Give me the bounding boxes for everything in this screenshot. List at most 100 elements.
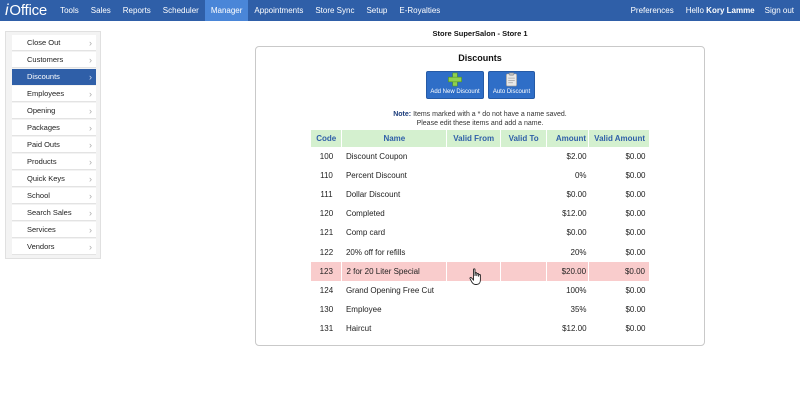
auto-discount-label: Auto Discount [492,89,531,95]
discounts-table: Code Name Valid From Valid To Amount Valid Am… [311,130,650,338]
discounts-panel: Discounts Add New Discount Auto Discount… [255,46,705,346]
panel-title: Discounts [458,53,502,63]
sidebar-item-services[interactable]: Services › [12,222,96,238]
store-title: Store SuperSalon - Store 1 [432,29,528,38]
table-row[interactable]: 131 Haircut $12.00 $0.00 [311,319,650,338]
sidebar-item-label: Employees [27,89,65,98]
note-line-1: Items marked with a * do not have a name… [413,111,567,118]
sidebar-item-label: Customers [27,55,64,64]
column-header-amount[interactable]: Amount [546,130,590,147]
nav-item-tools[interactable]: Tools [54,0,85,21]
chevron-right-icon: › [89,54,92,65]
nav-item-appointments[interactable]: Appointments [248,0,309,21]
sidebar-item-discounts[interactable]: Discounts › [12,69,96,85]
chevron-right-icon: › [89,156,92,167]
column-header-valid-to[interactable]: Valid To [500,130,548,147]
table-cell-vamt: $0.00 [625,247,646,257]
table-row[interactable]: 130 Employee 35% $0.00 [311,300,650,319]
table-row[interactable]: 120 Completed $12.00 $0.00 [311,204,650,223]
table-cell-vt [501,300,547,319]
column-header-name[interactable]: Name [341,130,448,147]
table-header-row: Code Name Valid From Valid To Amount Valid Am… [311,130,650,147]
table-row[interactable]: 100 Discount Coupon $2.00 $0.00 [311,147,650,166]
user-name: Kory Lamme [706,6,755,15]
nav-right: Preferences Hello Kory Lamme Sign out [625,0,800,21]
note-label: Note: [393,111,412,118]
sidebar-item-customers[interactable]: Customers › [12,52,96,68]
top-nav: i Office Tools Sales Reports Scheduler Manage… [0,0,800,21]
table-cell-vt [501,147,547,166]
add-new-discount-button[interactable]: Add New Discount [426,71,484,99]
table-cell-amt: 100% [566,285,587,295]
table-row[interactable]: 122 20% off for refills 20% $0.00 [311,242,650,261]
table-cell-name: Grand Opening Free Cut [345,285,434,295]
auto-discount-button[interactable]: Auto Discount [488,71,535,99]
table-row[interactable]: 121 Comp card $0.00 $0.00 [311,223,650,242]
column-header-code[interactable]: Code [311,130,343,147]
table-cell-name: Completed [345,209,385,219]
sidebar-item-school[interactable]: School › [12,188,96,204]
nav-item-sales[interactable]: Sales [85,0,117,21]
chevron-right-icon: › [89,207,92,218]
sign-out-link[interactable]: Sign out [759,0,800,21]
table-cell-vt [501,281,547,300]
chevron-right-icon: › [89,122,92,133]
table-cell-vf [447,147,501,166]
table-cell-vamt: $0.00 [625,190,646,200]
table-row[interactable]: 110 Percent Discount 0% $0.00 [311,166,650,185]
table-cell-name: 2 for 20 Liter Special [341,261,448,281]
brand-text: Office [9,2,48,19]
sidebar-item-close-out[interactable]: Close Out › [12,35,96,51]
user-greeting: Hello Kory Lamme [680,0,759,21]
chevron-right-icon: › [89,190,92,201]
table-cell-code: 122 [319,247,334,257]
column-header-valid-from[interactable]: Valid From [446,130,502,147]
sidebar-item-employees[interactable]: Employees › [12,86,96,102]
table-cell-vf [447,204,501,223]
table-cell-code: 100 [319,152,334,162]
sidebar-item-label: Opening [27,106,56,115]
table-cell-amt: $2.00 [566,152,587,162]
clipboard-icon [506,72,517,87]
table-cell-name: Comp card [345,228,386,238]
table-cell-vt [501,242,547,261]
sidebar-item-quick-keys[interactable]: Quick Keys › [12,171,96,187]
sidebar-item-label: Search Sales [27,208,72,217]
sidebar-item-paid-outs[interactable]: Paid Outs › [12,137,96,153]
nav-item-reports[interactable]: Reports [117,0,157,21]
sidebar-item-label: Services [27,225,56,234]
table-body: 100 Discount Coupon $2.00 $0.00 110 Percent D… [311,147,650,338]
nav-item-e-royalties[interactable]: E-Royalties [393,0,446,21]
column-header-valid-amount[interactable]: Valid Amount [588,130,650,147]
table-cell-vf [447,166,501,185]
table-cell-vt [501,319,547,338]
chevron-right-icon: › [89,173,92,184]
preferences-link[interactable]: Preferences [625,0,680,21]
sidebar-item-packages[interactable]: Packages › [12,120,96,136]
nav-item-manager[interactable]: Manager [204,0,249,21]
sidebar-item-products[interactable]: Products › [12,154,96,170]
table-cell-name: Employee [345,304,382,314]
brand-logo[interactable]: i Office [0,0,54,21]
chevron-right-icon: › [89,224,92,235]
sidebar-item-vendors[interactable]: Vendors › [12,239,96,255]
table-cell-vf [447,223,501,242]
table-cell-amt: 35% [570,304,587,314]
table-cell-code: 121 [319,228,334,238]
plus-icon [448,72,462,87]
table-cell-code: 120 [319,209,334,219]
sidebar-item-opening[interactable]: Opening › [12,103,96,119]
table-cell-code: 130 [319,304,334,314]
sidebar-item-label: School [27,191,50,200]
table-cell-name: Discount Coupon [345,152,408,162]
table-cell-code: 110 [320,171,333,181]
nav-item-scheduler[interactable]: Scheduler [157,0,205,21]
sidebar-item-label: Packages [27,123,60,132]
table-cell-amt: 0% [574,171,587,181]
sidebar-item-label: Discounts [27,72,60,81]
nav-item-store-sync[interactable]: Store Sync [309,0,360,21]
table-row[interactable]: 111 Dollar Discount $0.00 $0.00 [311,185,650,204]
nav-item-setup[interactable]: Setup [360,0,393,21]
table-cell-code: 111 [320,190,333,200]
sidebar-item-search-sales[interactable]: Search Sales › [12,205,96,221]
